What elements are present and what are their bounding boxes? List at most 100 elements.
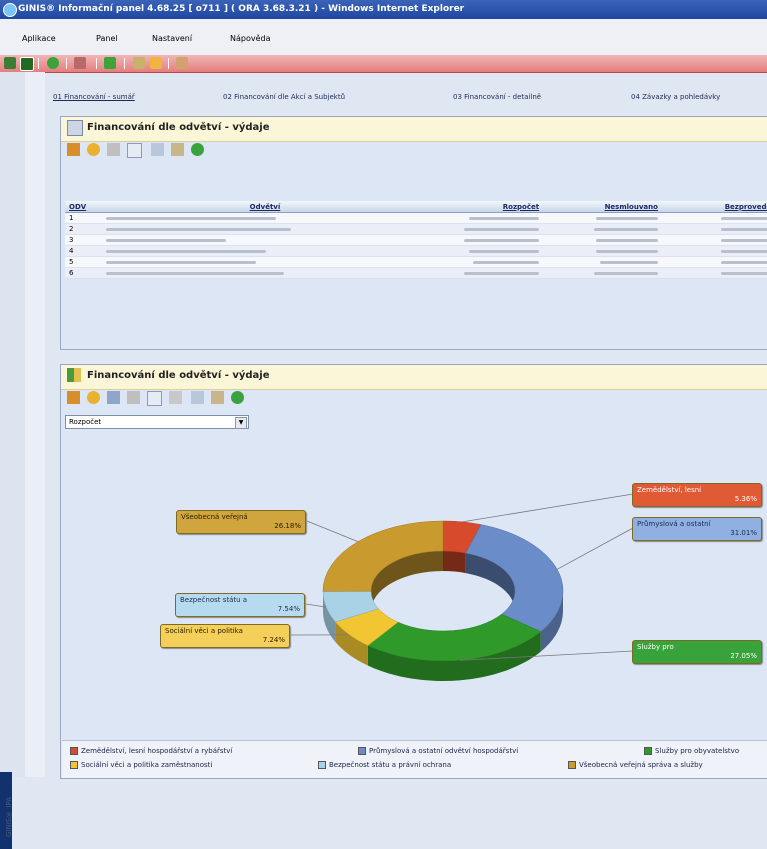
cell-odvetvi: [102, 257, 428, 268]
table-panel-tools: [61, 141, 767, 161]
cell-rozpocet: [428, 268, 543, 279]
slice-label-percent: 7.54%: [180, 605, 300, 614]
pin-icon[interactable]: [107, 143, 120, 156]
cell-nesmlouvano: [543, 224, 662, 235]
user-icon[interactable]: [4, 57, 16, 69]
table-row[interactable]: 6: [65, 268, 767, 279]
window-title: GINIS® Informační panel 4.68.25 [ o711 ]…: [18, 0, 464, 19]
slice-label-percent: 31.01%: [637, 529, 757, 538]
legend-item: Průmyslová a ostatní odvětví hospodářstv…: [358, 747, 518, 755]
legend-label: Sociální věci a politika zaměstnanosti: [81, 761, 212, 769]
table-row[interactable]: 2: [65, 224, 767, 235]
cell-nesmlouvano: [543, 268, 662, 279]
label-connector-1: [557, 528, 633, 569]
label-connector-0: [462, 494, 633, 522]
zoom-icon[interactable]: [151, 143, 164, 156]
slice-label-3: Sociální věci a politika7.24%: [160, 624, 290, 648]
column-header-rozpocet[interactable]: Rozpočet: [428, 201, 543, 213]
legend-label: Bezpečnost státu a právní ochrana: [329, 761, 451, 769]
cell-rozpocet: [428, 224, 543, 235]
table-row[interactable]: 4: [65, 246, 767, 257]
cell-rozpocet: [428, 257, 543, 268]
slice-label-name: Všeobecná veřejná: [181, 513, 248, 521]
cell-nesmlouvano: [543, 246, 662, 257]
internet-explorer-icon: [3, 3, 17, 17]
menu-panel[interactable]: Panel: [96, 34, 118, 43]
toolbar: [0, 55, 767, 73]
tab-financovani-detailne[interactable]: 03 Financování - detailně: [453, 93, 541, 101]
data-table: ODV Odvětví Rozpočet Nesmlouvano Bezprov…: [65, 201, 767, 279]
cell-odv: 3: [65, 235, 102, 246]
window-title-bar: GINIS® Informační panel 4.68.25 [ o711 ]…: [0, 0, 767, 19]
donut-chart: [61, 395, 767, 775]
slice-label-name: Zemědělství, lesní: [637, 486, 701, 494]
columns-icon[interactable]: [127, 143, 142, 158]
toolbar-separator: [124, 58, 125, 69]
cell-rozpocet: [428, 235, 543, 246]
table-panel-header: Financování dle odvětví - výdaje: [61, 117, 767, 142]
column-header-odvetvi[interactable]: Odvětví: [102, 201, 428, 213]
legend-item: Sociální věci a politika zaměstnanosti: [70, 761, 212, 769]
slice-label-5: Všeobecná veřejná26.18%: [176, 510, 306, 534]
list-icon[interactable]: [133, 57, 145, 69]
slice-label-name: Služby pro: [637, 643, 674, 651]
menu-nastaveni[interactable]: Nastavení: [152, 34, 192, 43]
legend-label: Služby pro obyvatelstvo: [655, 747, 739, 755]
tab-financovani-sumar[interactable]: 01 Financování - sumář: [53, 93, 135, 101]
chart-panel-header: Financování dle odvětví - výdaje: [61, 365, 767, 390]
legend-swatch: [568, 761, 576, 769]
cell-nesmlouvano: [543, 235, 662, 246]
refresh-icon[interactable]: [47, 57, 59, 69]
legend-item: Služby pro obyvatelstvo: [644, 747, 739, 755]
column-header-nesmlouvano[interactable]: Nesmlouvano: [543, 201, 662, 213]
home-icon[interactable]: [74, 57, 86, 69]
table-icon: [67, 120, 83, 136]
cell-odv: 5: [65, 257, 102, 268]
sort-icon[interactable]: [67, 143, 80, 156]
donut-slice-1[interactable]: [466, 525, 563, 632]
app-icon[interactable]: [20, 57, 34, 71]
legend-swatch: [70, 747, 78, 755]
toolbar-separator: [96, 58, 97, 69]
toolbar-separator: [66, 58, 67, 69]
slice-label-1: Průmyslová a ostatní31.01%: [632, 517, 762, 541]
cell-rozpocet: [428, 246, 543, 257]
table-row[interactable]: 1: [65, 213, 767, 224]
sidebar-label: GINIS® IPA: [5, 777, 17, 837]
cell-bezprovedeno: [662, 257, 767, 268]
cell-odv: 2: [65, 224, 102, 235]
tools-icon[interactable]: [150, 57, 162, 69]
column-header-bezprovedeno[interactable]: Bezprovedeno: [662, 201, 767, 213]
slice-label-2: Služby pro27.05%: [632, 640, 762, 664]
cell-rozpocet: [428, 213, 543, 224]
reload-icon[interactable]: [191, 143, 204, 156]
legend-label: Všeobecná veřejná správa a služby: [579, 761, 703, 769]
cell-nesmlouvano: [543, 213, 662, 224]
donut-inner-0: [443, 551, 466, 573]
column-header-odv[interactable]: ODV: [65, 201, 102, 213]
legend-swatch: [644, 747, 652, 755]
cell-odv: 1: [65, 213, 102, 224]
cell-odvetvi: [102, 268, 428, 279]
cell-nesmlouvano: [543, 257, 662, 268]
slice-label-percent: 26.18%: [181, 522, 301, 531]
left-gutter: [25, 72, 45, 777]
filter-icon[interactable]: [87, 143, 100, 156]
slice-label-name: Bezpečnost státu a: [180, 596, 247, 604]
menu-napoveda[interactable]: Nápověda: [230, 34, 271, 43]
cell-odvetvi: [102, 224, 428, 235]
tab-zavazky[interactable]: 04 Závazky a pohledávky: [631, 93, 720, 101]
tab-financovani-akci[interactable]: 02 Financování dle Akcí a Subjektů: [223, 93, 345, 101]
toolbar-separator: [168, 58, 169, 69]
menu-aplikace[interactable]: Aplikace: [22, 34, 56, 43]
chart-icon: [67, 368, 81, 382]
export-icon[interactable]: [171, 143, 184, 156]
report-icon[interactable]: [176, 57, 188, 69]
legend-swatch: [318, 761, 326, 769]
cell-bezprovedeno: [662, 224, 767, 235]
cell-odv: 6: [65, 268, 102, 279]
table-row[interactable]: 3: [65, 235, 767, 246]
cell-odvetvi: [102, 213, 428, 224]
table-row[interactable]: 5: [65, 257, 767, 268]
add-icon[interactable]: [104, 57, 116, 69]
